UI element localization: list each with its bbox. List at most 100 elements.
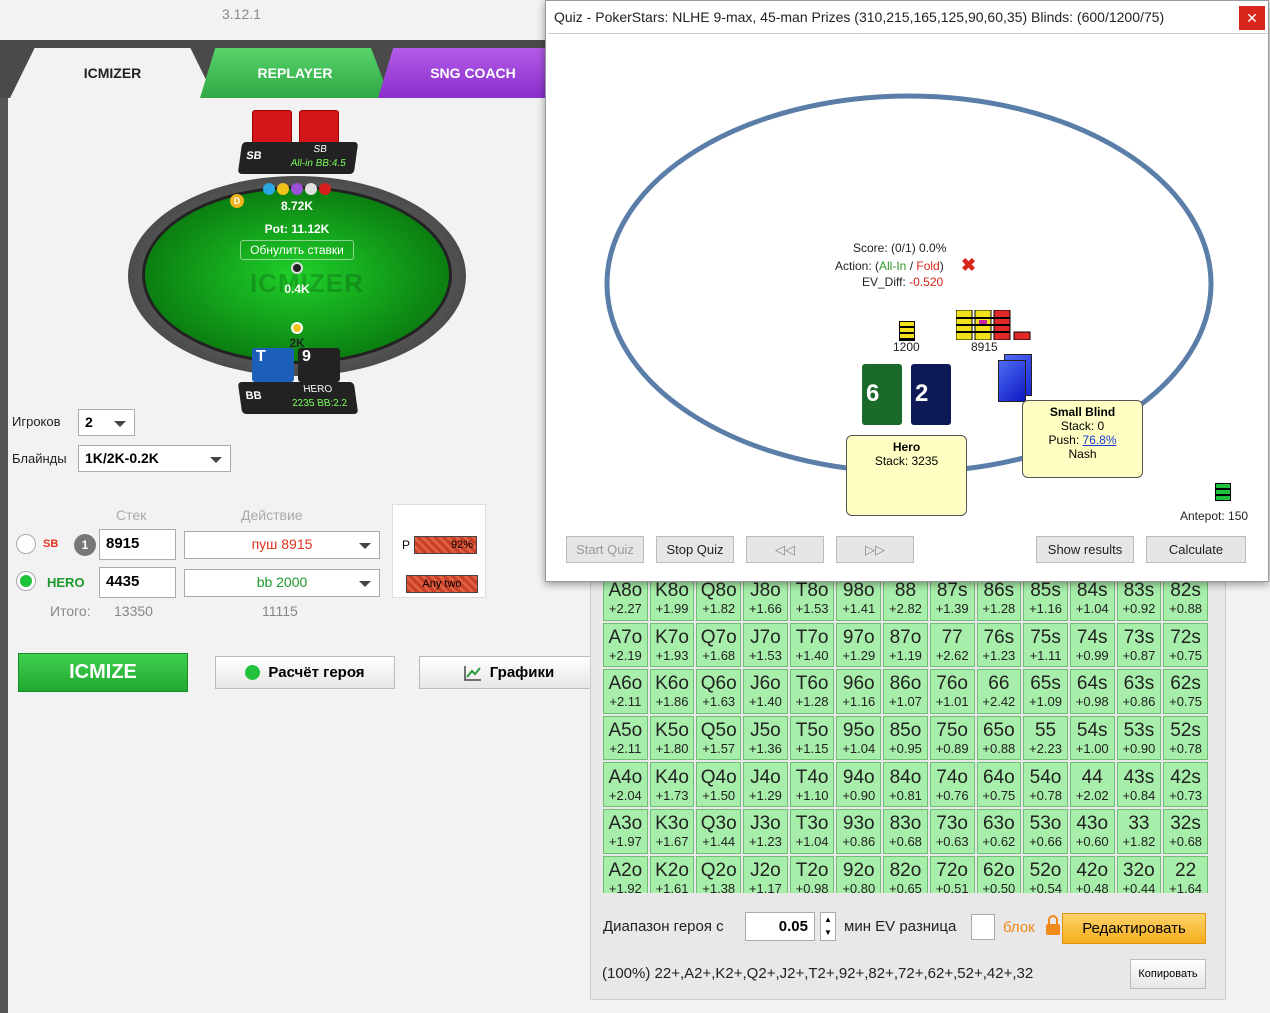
hand-cell[interactable]: Q8o +1.82 bbox=[696, 576, 742, 621]
hand-cell[interactable]: K2o +1.61 bbox=[649, 855, 695, 893]
hand-cell[interactable]: 74o +0.76 bbox=[929, 762, 975, 807]
hand-cell[interactable]: 76s +1.23 bbox=[976, 622, 1022, 668]
hand-cell[interactable]: T7o +1.40 bbox=[789, 622, 835, 668]
hand-cell[interactable]: 55 +2.23 bbox=[1023, 715, 1068, 761]
close-icon[interactable]: ✕ bbox=[1239, 6, 1265, 30]
hand-cell[interactable]: K3o +1.67 bbox=[649, 808, 695, 854]
hand-cell[interactable]: 73s +0.87 bbox=[1116, 622, 1162, 668]
hand-cell[interactable]: 42s +0.73 bbox=[1163, 762, 1208, 807]
hand-cell[interactable]: 83o +0.68 bbox=[883, 808, 928, 854]
blinds-select[interactable]: 1K/2K-0.2K bbox=[78, 445, 231, 472]
hero-stack-input[interactable]: 4435 bbox=[99, 567, 176, 598]
hand-cell[interactable]: 92o +0.80 bbox=[836, 855, 882, 893]
hand-cell[interactable]: T2o +0.98 bbox=[789, 855, 835, 893]
sb-action-select[interactable]: пуш 8915 bbox=[184, 531, 380, 559]
sb-push-link[interactable]: 76.8% bbox=[1083, 433, 1117, 447]
hand-cell[interactable]: A6o +2.11 bbox=[603, 669, 648, 714]
hand-cell[interactable]: 85o +0.95 bbox=[883, 715, 928, 761]
calculate-button[interactable]: Calculate bbox=[1146, 536, 1246, 563]
copy-button[interactable]: Копировать bbox=[1130, 959, 1206, 989]
sb-radio[interactable] bbox=[16, 534, 36, 554]
any-two-button[interactable]: Any two bbox=[406, 575, 478, 593]
hero-calc-button[interactable]: Расчёт героя bbox=[215, 656, 395, 689]
hand-cell[interactable]: J2o +1.17 bbox=[743, 855, 788, 893]
hand-cell[interactable]: T3o +1.04 bbox=[789, 808, 835, 854]
seat-hero[interactable]: BB HERO 2235 BB:2.2 bbox=[237, 382, 359, 414]
hand-cell[interactable]: 95o +1.04 bbox=[836, 715, 882, 761]
hand-cell[interactable]: 86s +1.28 bbox=[976, 576, 1022, 621]
hand-cell[interactable]: 88 +2.82 bbox=[883, 576, 928, 621]
hand-cell[interactable]: Q3o +1.44 bbox=[696, 808, 742, 854]
hand-cell[interactable]: 32o +0.44 bbox=[1116, 855, 1162, 893]
start-quiz-button[interactable]: Start Quiz bbox=[566, 536, 644, 563]
hand-cell[interactable]: Q6o +1.63 bbox=[696, 669, 742, 714]
hand-cell[interactable]: 87o +1.19 bbox=[883, 622, 928, 668]
hand-cell[interactable]: K5o +1.80 bbox=[649, 715, 695, 761]
hand-cell[interactable]: J4o +1.29 bbox=[743, 762, 788, 807]
hand-cell[interactable]: 82s +0.88 bbox=[1163, 576, 1208, 621]
hand-cell[interactable]: 64o +0.75 bbox=[976, 762, 1022, 807]
hand-cell[interactable]: 43s +0.84 bbox=[1116, 762, 1162, 807]
hand-cell[interactable]: Q7o +1.68 bbox=[696, 622, 742, 668]
hero-radio[interactable] bbox=[16, 571, 36, 591]
hand-cell[interactable]: 54s +1.00 bbox=[1069, 715, 1115, 761]
hand-cell[interactable]: J3o +1.23 bbox=[743, 808, 788, 854]
graphs-button[interactable]: Графики bbox=[419, 656, 599, 689]
hand-cell[interactable]: A8o +2.27 bbox=[603, 576, 648, 621]
hand-cell[interactable]: 62s +0.75 bbox=[1163, 669, 1208, 714]
hand-cell[interactable]: J8o +1.66 bbox=[743, 576, 788, 621]
block-checkbox[interactable] bbox=[971, 914, 995, 940]
hand-cell[interactable]: 43o +0.60 bbox=[1069, 808, 1115, 854]
hand-cell[interactable]: Q5o +1.57 bbox=[696, 715, 742, 761]
hand-cell[interactable]: A7o +2.19 bbox=[603, 622, 648, 668]
hand-cell[interactable]: 86o +1.07 bbox=[883, 669, 928, 714]
tab-icmizer[interactable]: ICMIZER bbox=[10, 48, 215, 98]
hand-cell[interactable]: 22 +1.64 bbox=[1163, 855, 1208, 893]
hand-cell[interactable]: 44 +2.02 bbox=[1069, 762, 1115, 807]
hand-cell[interactable]: K6o +1.86 bbox=[649, 669, 695, 714]
hand-cell[interactable]: 74s +0.99 bbox=[1069, 622, 1115, 668]
hand-cell[interactable]: 94o +0.90 bbox=[836, 762, 882, 807]
hand-cell[interactable]: Q2o +1.38 bbox=[696, 855, 742, 893]
reset-bets-button[interactable]: Обнулить ставки bbox=[240, 240, 354, 260]
hand-cell[interactable]: T5o +1.15 bbox=[789, 715, 835, 761]
threshold-spinner[interactable]: ▲ ▼ bbox=[820, 912, 836, 941]
hand-cell[interactable]: 93o +0.86 bbox=[836, 808, 882, 854]
tab-sng-coach[interactable]: SNG COACH bbox=[378, 48, 568, 98]
hand-cell[interactable]: 75o +0.89 bbox=[929, 715, 975, 761]
hand-cell[interactable]: 96o +1.16 bbox=[836, 669, 882, 714]
hand-cell[interactable]: T4o +1.10 bbox=[789, 762, 835, 807]
hand-cell[interactable]: 84s +1.04 bbox=[1069, 576, 1115, 621]
hand-cell[interactable]: Q4o +1.50 bbox=[696, 762, 742, 807]
hand-cell[interactable]: A4o +2.04 bbox=[603, 762, 648, 807]
hand-cell[interactable]: 77 +2.62 bbox=[929, 622, 975, 668]
hero-action-select[interactable]: bb 2000 bbox=[184, 569, 380, 597]
hand-cell[interactable]: 53o +0.66 bbox=[1023, 808, 1068, 854]
hand-cell[interactable]: 64s +0.98 bbox=[1069, 669, 1115, 714]
edit-button[interactable]: Редактировать bbox=[1062, 913, 1206, 944]
hand-cell[interactable]: A2o +1.92 bbox=[603, 855, 648, 893]
hand-cell[interactable]: 87s +1.39 bbox=[929, 576, 975, 621]
hand-cell[interactable]: T6o +1.28 bbox=[789, 669, 835, 714]
hand-cell[interactable]: 76o +1.01 bbox=[929, 669, 975, 714]
hand-cell[interactable]: 97o +1.29 bbox=[836, 622, 882, 668]
hand-cell[interactable]: 32s +0.68 bbox=[1163, 808, 1208, 854]
prev-button[interactable]: ◁◁ bbox=[746, 536, 824, 563]
hand-cell[interactable]: 63s +0.86 bbox=[1116, 669, 1162, 714]
hand-cell[interactable]: 75s +1.11 bbox=[1023, 622, 1068, 668]
next-button[interactable]: ▷▷ bbox=[836, 536, 914, 563]
hand-cell[interactable]: 72o +0.51 bbox=[929, 855, 975, 893]
hand-cell[interactable]: 72s +0.75 bbox=[1163, 622, 1208, 668]
hand-cell[interactable]: 85s +1.16 bbox=[1023, 576, 1068, 621]
hand-cell[interactable]: 83s +0.92 bbox=[1116, 576, 1162, 621]
hand-cell[interactable]: 66 +2.42 bbox=[976, 669, 1022, 714]
hand-cell[interactable]: J6o +1.40 bbox=[743, 669, 788, 714]
hand-cell[interactable]: J5o +1.36 bbox=[743, 715, 788, 761]
hand-cell[interactable]: 84o +0.81 bbox=[883, 762, 928, 807]
hand-cell[interactable]: T8o +1.53 bbox=[789, 576, 835, 621]
players-select[interactable]: 2 bbox=[78, 409, 135, 436]
hand-cell[interactable]: J7o +1.53 bbox=[743, 622, 788, 668]
hand-cell[interactable]: 65o +0.88 bbox=[976, 715, 1022, 761]
sb-stack-input[interactable]: 8915 bbox=[99, 529, 176, 560]
range-threshold-input[interactable]: 0.05 bbox=[745, 912, 815, 941]
